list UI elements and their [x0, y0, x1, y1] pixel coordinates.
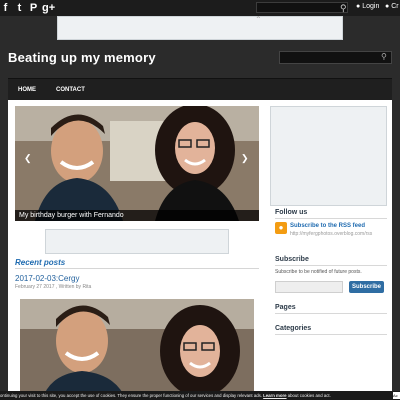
divider: [15, 268, 259, 269]
nav-item-contact[interactable]: CONTACT: [46, 87, 95, 93]
caret-up-icon[interactable]: ⌃: [255, 15, 262, 24]
cookie-text-end: about cookies and act.: [287, 393, 331, 398]
subscribe-description: Subscribe to be notified of future posts…: [275, 269, 362, 275]
divider: [275, 334, 387, 335]
cookie-text: ontinuing your visit to this site, you a…: [0, 393, 262, 398]
top-search-input[interactable]: [256, 2, 348, 13]
email-field[interactable]: [275, 281, 343, 293]
post-meta: February 27 2017 , Written by Rita: [15, 284, 92, 290]
login-label: Login: [362, 3, 380, 10]
user-icon: ●: [356, 3, 361, 10]
chevron-right-icon[interactable]: ❯: [241, 153, 249, 164]
follow-us-title: Follow us: [275, 209, 308, 216]
login-link[interactable]: ● Login: [356, 3, 379, 10]
post-photo: [20, 299, 254, 400]
subscribe-button[interactable]: Subscribe: [349, 281, 384, 293]
chevron-left-icon[interactable]: ❮: [24, 153, 32, 164]
rss-icon[interactable]: ●: [275, 222, 287, 234]
slider-caption[interactable]: My birthday burger with Fernando: [15, 210, 259, 221]
accept-cookies-button[interactable]: Ac: [393, 392, 400, 399]
divider: [275, 218, 387, 219]
main-nav: HOME CONTACT: [8, 78, 392, 100]
cookie-banner: ontinuing your visit to this site, you a…: [0, 391, 400, 400]
rss-feed-url[interactable]: http://myfergphotos.overblog.com/rss: [290, 231, 372, 237]
facebook-icon[interactable]: f: [0, 2, 11, 14]
main-search-input[interactable]: [279, 51, 392, 64]
pages-title: Pages: [275, 304, 296, 311]
post-title-link[interactable]: 2017-02-03:Cergy: [15, 274, 79, 283]
social-links: f t P g+: [0, 2, 56, 14]
twitter-icon[interactable]: t: [14, 2, 25, 14]
slider-photo: [15, 106, 259, 221]
create-icon: ●: [385, 3, 390, 10]
top-ad-banner[interactable]: [57, 16, 343, 40]
recent-posts-title: Recent posts: [15, 258, 66, 267]
divider: [275, 313, 387, 314]
middle-ad-banner[interactable]: [45, 229, 229, 254]
categories-title: Categories: [275, 325, 312, 332]
featured-slider[interactable]: [15, 106, 259, 221]
learn-more-link[interactable]: Learn more: [263, 393, 286, 398]
subscribe-title: Subscribe: [275, 256, 309, 263]
search-icon[interactable]: ⚲: [340, 3, 347, 14]
create-link[interactable]: ● Cr: [385, 3, 399, 10]
create-label: Cr: [391, 3, 399, 10]
rss-feed-link[interactable]: Subscribe to the RSS feed: [290, 223, 365, 229]
post-thumbnail[interactable]: [20, 299, 254, 400]
site-title[interactable]: Beating up my memory: [8, 50, 156, 65]
nav-item-home[interactable]: HOME: [8, 87, 46, 93]
sidebar-ad-box[interactable]: [270, 106, 387, 206]
search-icon[interactable]: ⚲: [381, 52, 387, 61]
pinterest-icon[interactable]: P: [28, 2, 39, 14]
google-plus-icon[interactable]: g+: [42, 2, 55, 14]
divider: [275, 265, 387, 266]
